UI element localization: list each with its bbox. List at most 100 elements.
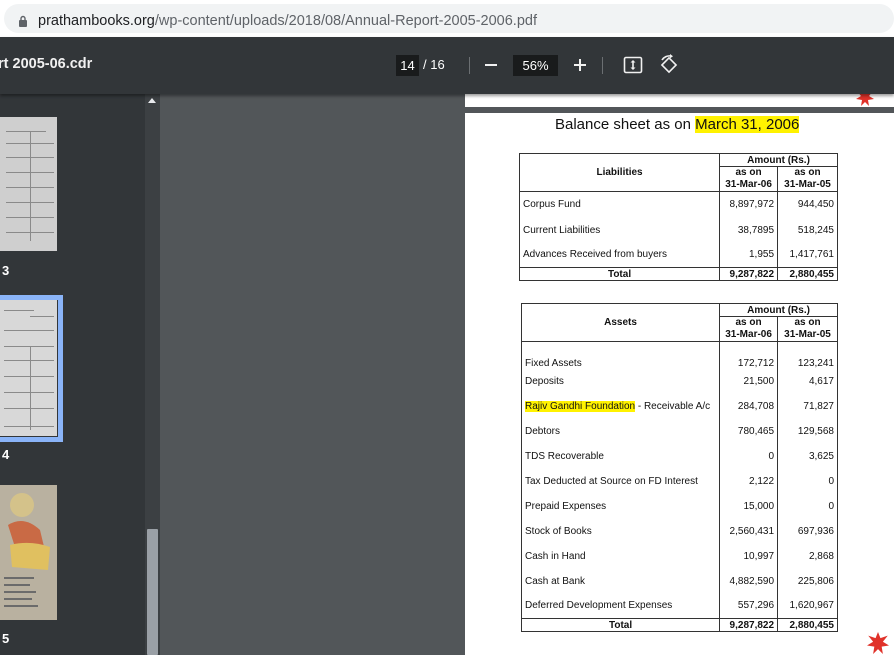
row-value: 4,882,590	[719, 568, 778, 594]
url-host: prathambooks.org	[38, 13, 155, 29]
row-value: 0	[777, 493, 838, 519]
amount-header: Amount (Rs.)	[719, 153, 838, 167]
column-date: 31-Mar-06	[719, 329, 778, 342]
page-total: / 16	[423, 57, 445, 72]
row-value: 1,417,761	[777, 242, 838, 268]
row-value: 2,122	[719, 468, 778, 494]
page-thumbnail[interactable]	[0, 117, 57, 251]
zoom-in-button[interactable]	[566, 51, 594, 79]
row-value: 3,625	[777, 443, 838, 469]
title-highlighted-date: March 31, 2006	[695, 116, 800, 133]
row-value: 38,7895	[719, 217, 778, 243]
page-number-badge-icon	[856, 94, 874, 106]
row-value: 15,000	[719, 493, 778, 519]
page-number-badge-icon	[867, 632, 889, 654]
lock-icon	[19, 15, 27, 27]
row-label: Tax Deducted at Source on FD Interest	[520, 468, 720, 494]
highlighted-label: Rajiv Gandhi Foundation	[525, 400, 636, 412]
assets-header: Assets	[520, 303, 721, 342]
row-value: 518,245	[777, 217, 838, 243]
row-value: 2,560,431	[719, 518, 778, 544]
row-label: Fixed Assets	[520, 341, 720, 369]
total-label: Total	[518, 267, 721, 281]
thumbnail-page-number: 3	[2, 263, 10, 278]
page-number-input[interactable]: 14	[396, 55, 419, 76]
column-date: 31-Mar-06	[719, 179, 778, 192]
column-header: as on	[777, 316, 838, 329]
row-label: Cash at Bank	[520, 568, 720, 594]
toolbar-separator	[469, 57, 470, 74]
row-value: 123,241	[777, 341, 838, 369]
zoom-out-button[interactable]	[477, 51, 505, 79]
illustration-icon	[4, 493, 50, 607]
row-value: 225,806	[777, 568, 838, 594]
title-text: Balance sheet as on	[555, 116, 696, 133]
row-value: 944,450	[777, 191, 838, 218]
row-label: Advances Received from buyers	[518, 242, 720, 268]
row-label: Current Liabilities	[518, 217, 720, 243]
pdf-viewport[interactable]: Balance sheet as on March 31, 2006 Liabi…	[160, 94, 894, 655]
row-value: 1,620,967	[777, 593, 838, 619]
column-header: as on	[719, 316, 778, 329]
scroll-up-icon[interactable]	[148, 98, 156, 103]
row-label: Deposits	[520, 368, 720, 394]
fit-page-icon	[623, 56, 643, 74]
page-thumbnail[interactable]	[0, 485, 57, 620]
total-value: 9,287,822	[719, 267, 779, 281]
pdf-page: Balance sheet as on March 31, 2006 Liabi…	[465, 113, 894, 655]
row-label: Prepaid Expenses	[520, 493, 720, 519]
row-value: 129,568	[777, 418, 838, 444]
row-label: Corpus Fund	[518, 191, 720, 218]
row-value: 71,827	[777, 393, 838, 419]
row-value: 4,617	[777, 368, 838, 394]
pdf-toolbar: rt 2005-06.cdr 14 / 16 56%	[0, 37, 894, 94]
column-header: as on	[777, 166, 838, 179]
url-field[interactable]: prathambooks.org/wp-content/uploads/2018…	[4, 4, 894, 33]
sidebar-scrollbar-thumb[interactable]	[147, 529, 158, 655]
fit-page-button[interactable]	[619, 51, 647, 79]
row-label: Rajiv Gandhi Foundation - Receivable A/c	[520, 393, 720, 419]
url-path: /wp-content/uploads/2018/08/Annual-Repor…	[154, 13, 537, 29]
column-date: 31-Mar-05	[777, 329, 838, 342]
row-label: Cash in Hand	[520, 543, 720, 569]
url-text[interactable]: prathambooks.org/wp-content/uploads/2018…	[38, 13, 537, 29]
row-value: 0	[719, 443, 778, 469]
row-value: 1,955	[719, 242, 778, 268]
rotate-button[interactable]	[655, 51, 683, 79]
row-value: 0	[777, 468, 838, 494]
balance-sheet-title: Balance sheet as on March 31, 2006	[555, 116, 800, 133]
column-date: 31-Mar-05	[777, 179, 838, 192]
liabilities-header: Liabilities	[518, 153, 721, 192]
row-label: Debtors	[520, 418, 720, 444]
row-value: 2,868	[777, 543, 838, 569]
row-label: Stock of Books	[520, 518, 720, 544]
thumbnail-page-number: 4	[2, 447, 10, 462]
row-value: 284,708	[719, 393, 778, 419]
zoom-out-icon	[485, 64, 497, 66]
previous-page-bottom	[465, 94, 894, 107]
amount-header: Amount (Rs.)	[719, 303, 838, 317]
row-label: TDS Recoverable	[520, 443, 720, 469]
row-value: 697,936	[777, 518, 838, 544]
thumbnail-sidebar: 3 4 5	[0, 94, 160, 655]
total-label: Total	[520, 618, 721, 632]
row-label: Deferred Development Expenses	[520, 593, 720, 619]
toolbar-separator	[602, 57, 603, 74]
zoom-in-icon	[574, 59, 586, 71]
row-value: 557,296	[719, 593, 778, 619]
row-value: 21,500	[719, 368, 778, 394]
document-title: rt 2005-06.cdr	[0, 56, 93, 72]
total-value: 2,880,455	[777, 267, 838, 281]
rotate-icon	[660, 54, 678, 74]
liabilities-table: Liabilities Amount (Rs.) as on as on 31-…	[518, 153, 838, 281]
row-value: 8,897,972	[719, 191, 778, 218]
row-value: 172,712	[719, 341, 778, 369]
browser-address-bar: prathambooks.org/wp-content/uploads/2018…	[0, 0, 894, 37]
zoom-input[interactable]: 56%	[513, 55, 558, 76]
row-value: 780,465	[719, 418, 778, 444]
thumbnail-page-number: 5	[2, 631, 10, 646]
assets-table: Assets Amount (Rs.) as on as on 31-Mar-0…	[520, 303, 838, 632]
total-value: 9,287,822	[719, 618, 779, 632]
column-header: as on	[719, 166, 778, 179]
total-value: 2,880,455	[777, 618, 838, 632]
